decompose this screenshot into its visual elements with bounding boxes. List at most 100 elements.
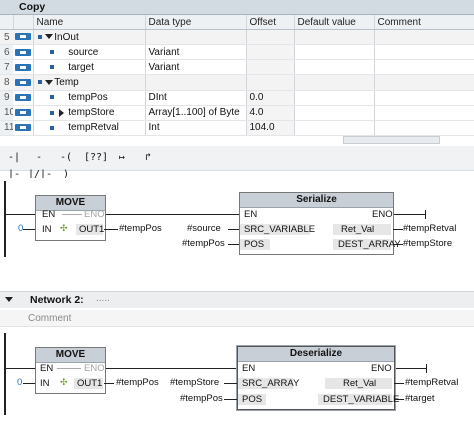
cell-comment[interactable] [374, 74, 474, 91]
move-2-in-pin: IN [40, 378, 50, 389]
cell-comment[interactable] [374, 29, 474, 46]
cell-offset [246, 29, 295, 46]
move-block-2-title: MOVE [36, 348, 105, 363]
cell-name-text: Temp [54, 76, 79, 88]
serialize-pos-value[interactable]: #tempPos [182, 238, 225, 249]
cell-comment[interactable] [374, 105, 474, 121]
table-row[interactable]: 8 Temp [0, 74, 474, 91]
row-number: 6 [0, 44, 13, 61]
cell-data-type[interactable]: Variant [145, 59, 247, 76]
contact-no-button[interactable]: -| |- [3, 149, 25, 180]
deserialize-retval-pin: Ret_Val [343, 378, 377, 389]
cell-name[interactable]: tempRetval [33, 120, 146, 137]
deserialize-pos-value[interactable]: #tempPos [180, 393, 223, 404]
deserialize-src-value[interactable]: #tempStore [170, 377, 219, 388]
cell-comment[interactable] [374, 59, 474, 76]
cell-default-value[interactable] [294, 120, 375, 137]
deserialize-eno-pin: ENO [371, 363, 392, 374]
cell-default-value[interactable] [294, 44, 375, 61]
cell-default-value[interactable] [294, 74, 375, 91]
serialize-en-pin: EN [244, 209, 258, 220]
cell-data-type[interactable] [145, 29, 247, 46]
deserialize-en-pin: EN [242, 363, 256, 374]
network-2-header[interactable]: Network 2: ..... [0, 291, 474, 308]
parameter-icon [15, 48, 31, 56]
cell-name[interactable]: target [33, 59, 146, 76]
expand-down-icon[interactable] [45, 79, 54, 85]
coil-button[interactable]: -( ) [55, 149, 77, 180]
column-header-name[interactable]: Name [33, 15, 146, 30]
row-number: 10 [0, 105, 13, 121]
cell-name-text: tempPos [68, 92, 108, 104]
move-1-en-pin: EN [42, 209, 56, 220]
table-row[interactable]: 10 tempStore Array[1..100] of Byte4.0 [0, 105, 474, 121]
table-header-row: Name Data type Offset Default value Comm… [0, 15, 474, 30]
cell-data-type[interactable] [145, 74, 247, 91]
cell-offset [246, 44, 295, 61]
column-header-comment[interactable]: Comment [374, 15, 474, 30]
power-rail-left-1 [4, 181, 6, 257]
interface-table: Name Data type Offset Default value Comm… [0, 15, 474, 137]
network-2-comment[interactable]: Comment [0, 310, 474, 327]
cell-data-type[interactable]: Array[1..100] of Byte [145, 105, 247, 121]
close-branch-button[interactable]: ↱ [137, 149, 159, 166]
cell-default-value[interactable] [294, 29, 375, 46]
deserialize-src-pin: SRC_ARRAY [242, 378, 300, 389]
cell-name[interactable]: source [33, 44, 146, 61]
serialize-retval-value[interactable]: #tempRetval [403, 223, 456, 234]
block-title-bar: Copy [0, 0, 474, 15]
cell-offset: 0.0 [246, 90, 295, 106]
deserialize-dest-value[interactable]: #target [405, 393, 435, 404]
rung-end-1 [425, 210, 426, 219]
variable-marker-icon [37, 34, 42, 39]
open-branch-button[interactable]: ↦ [111, 149, 133, 166]
cell-name[interactable]: InOut [33, 29, 146, 46]
cell-name[interactable]: tempPos [33, 90, 146, 106]
expand-right-icon[interactable] [58, 108, 64, 117]
move-2-out-pin: OUT1 [77, 378, 103, 389]
parameter-icon [15, 33, 31, 41]
cell-data-type[interactable]: Int [145, 120, 247, 137]
row-number: 9 [0, 90, 13, 106]
column-header-offset[interactable]: Offset [246, 15, 295, 30]
move-2-out-value[interactable]: #tempPos [116, 377, 159, 388]
cell-name-text: tempStore [68, 107, 115, 119]
network-2-title-placeholder[interactable]: ..... [96, 293, 110, 304]
instruction-toolbar: -| |- -|/|- -( ) [??] ↦ ↱ [0, 146, 474, 180]
collapse-network-2-icon[interactable] [5, 297, 13, 302]
serialize-dest-value[interactable]: #tempStore [403, 238, 452, 249]
contact-nc-button[interactable]: -|/|- [28, 149, 52, 180]
empty-box-button[interactable]: [??] [84, 149, 108, 166]
cell-name[interactable]: tempStore [33, 105, 146, 121]
cell-name[interactable]: Temp [33, 74, 146, 91]
column-header-default-value[interactable]: Default value [294, 15, 375, 30]
move-1-out-value[interactable]: #tempPos [119, 223, 162, 234]
table-row[interactable]: 9 tempPos DInt 0.0 [0, 90, 474, 106]
table-row[interactable]: 11 tempRetval Int104.0 [0, 120, 474, 137]
table-row[interactable]: 7 target Variant [0, 59, 474, 76]
cell-comment[interactable] [374, 44, 474, 61]
network-2-comment-text[interactable]: Comment [28, 313, 71, 324]
variable-marker-icon [37, 80, 42, 85]
cell-comment[interactable] [374, 120, 474, 137]
cell-data-type[interactable]: DInt [145, 90, 247, 106]
rung-end-2 [426, 364, 427, 373]
variable-marker-icon [49, 125, 54, 130]
cell-default-value[interactable] [294, 105, 375, 121]
deserialize-retval-value[interactable]: #tempRetval [405, 377, 458, 388]
cell-data-type[interactable]: Variant [145, 44, 247, 61]
horizontal-scrollbar[interactable] [343, 136, 440, 144]
move-1-in-marker-icon: ✣ [60, 223, 68, 233]
move-2-eno-pin: ENO [84, 363, 105, 374]
cell-default-value[interactable] [294, 90, 375, 106]
serialize-src-value[interactable]: #source [187, 223, 221, 234]
column-header-data-type[interactable]: Data type [145, 15, 247, 30]
move-2-in-value[interactable]: 0 [17, 377, 22, 388]
table-row[interactable]: 6 source Variant [0, 44, 474, 61]
table-row[interactable]: 5 InOut [0, 29, 474, 46]
expand-down-icon[interactable] [45, 34, 54, 40]
cell-comment[interactable] [374, 90, 474, 106]
row-number: 7 [0, 59, 13, 76]
cell-default-value[interactable] [294, 59, 375, 76]
move-1-in-value[interactable]: 0 [18, 223, 23, 234]
